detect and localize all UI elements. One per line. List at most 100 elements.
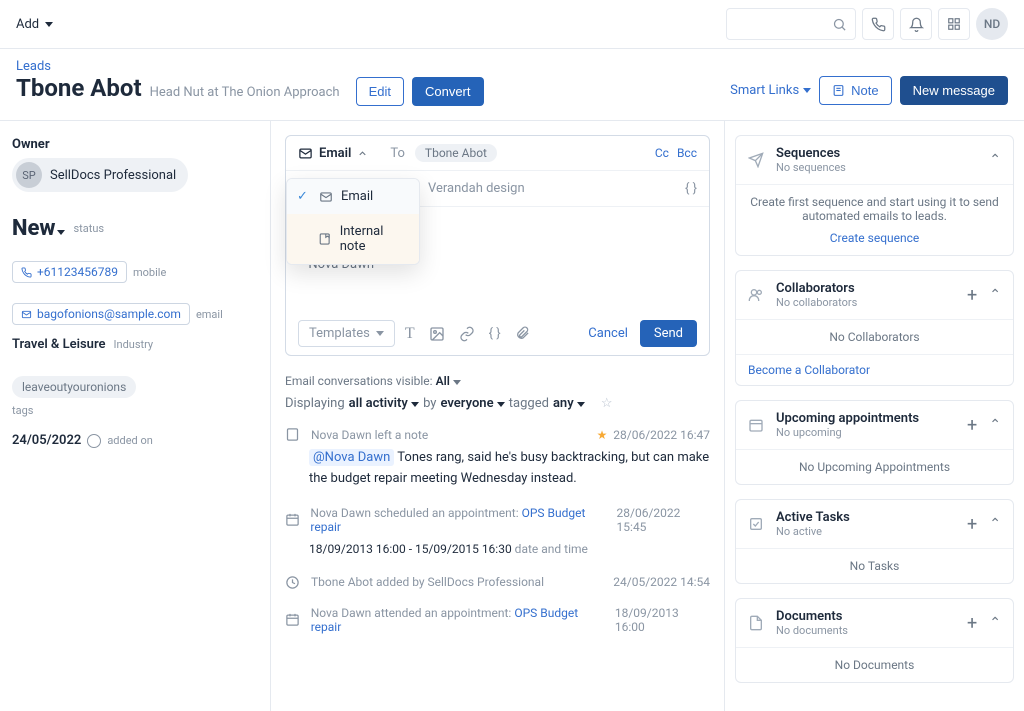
to-label: To (390, 146, 405, 161)
tag-pill[interactable]: leaveoutyouronions (12, 376, 136, 398)
bcc-button[interactable]: Bcc (677, 146, 697, 160)
compose-type-dropdown[interactable]: Email (298, 146, 368, 161)
by-filter[interactable]: everyone (440, 396, 504, 411)
mail-icon (319, 190, 333, 204)
notifications-button[interactable] (900, 8, 932, 40)
chevron-down-icon (453, 380, 461, 385)
star-filter-icon[interactable]: ☆ (601, 396, 613, 411)
industry-value: Travel & Leisure (12, 337, 106, 352)
collapse-icon[interactable]: ⌃ (989, 516, 1001, 532)
conversations-filter[interactable]: Email conversations visible: All (285, 374, 710, 388)
menu-item-email[interactable]: ✓ Email (287, 179, 419, 214)
email-label: email (196, 308, 223, 321)
search-input[interactable] (726, 8, 856, 40)
calendar-icon (748, 417, 766, 433)
send-icon (748, 152, 766, 168)
braces-icon[interactable]: { } (685, 181, 697, 196)
chevron-down-icon (497, 402, 505, 407)
note-icon (832, 84, 845, 97)
card-sequences: Sequences No sequences ⌃ Create first se… (735, 135, 1014, 256)
add-button[interactable]: + (967, 613, 977, 634)
lead-header: Leads Tbone Abot Head Nut at The Onion A… (0, 49, 1024, 121)
email-chip[interactable]: bagofonions@sample.com (12, 303, 190, 325)
chevron-down-icon (803, 88, 811, 93)
add-label: Add (16, 17, 39, 32)
chevron-up-icon (357, 148, 368, 159)
note-icon (318, 232, 331, 246)
card-tasks: Active Tasks No active +⌃ No Tasks (735, 499, 1014, 584)
add-dropdown[interactable]: Add (16, 17, 53, 32)
added-label: added on (107, 434, 153, 447)
collapse-icon[interactable]: ⌃ (989, 615, 1001, 631)
middle-panel: Email To Tbone Abot Cc Bcc ✓ Email (270, 121, 724, 711)
user-avatar[interactable]: ND (976, 8, 1008, 40)
status-dropdown[interactable]: New (12, 216, 65, 241)
send-button[interactable]: Send (640, 320, 697, 347)
owner-name: SellDocs Professional (50, 168, 176, 183)
phone-button[interactable] (862, 8, 894, 40)
owner-label: Owner (12, 137, 258, 152)
cc-button[interactable]: Cc (655, 146, 669, 160)
activity-filter[interactable]: all activity (349, 396, 419, 411)
activity-item: Nova Dawn scheduled an appointment: OPS … (285, 506, 710, 559)
card-appointments: Upcoming appointments No upcoming +⌃ No … (735, 400, 1014, 485)
tags-label: tags (12, 404, 258, 417)
topbar: Add ND (0, 0, 1024, 49)
phone-icon (871, 17, 886, 32)
recipient-pill[interactable]: Tbone Abot (415, 144, 497, 162)
edit-button[interactable]: Edit (356, 77, 404, 106)
link-icon[interactable] (459, 326, 475, 342)
apps-button[interactable] (938, 8, 970, 40)
collapse-icon[interactable]: ⌃ (989, 417, 1001, 433)
image-icon[interactable] (429, 326, 445, 342)
smart-links-dropdown[interactable]: Smart Links (730, 83, 811, 98)
phone-chip[interactable]: +61123456789 (12, 261, 127, 283)
templates-button[interactable]: Templates (298, 320, 395, 347)
new-message-button[interactable]: New message (900, 76, 1008, 105)
cancel-button[interactable]: Cancel (588, 326, 628, 341)
industry-label: Industry (114, 338, 154, 351)
users-icon (748, 287, 766, 303)
lead-name: Tbone Abot (16, 74, 142, 102)
status-label: status (73, 222, 104, 235)
card-collaborators: Collaborators No collaborators +⌃ No Col… (735, 270, 1014, 386)
tag-filter[interactable]: any (553, 396, 585, 411)
add-button[interactable]: + (967, 514, 977, 535)
add-button[interactable]: + (967, 415, 977, 436)
compose-box: Email To Tbone Abot Cc Bcc ✓ Email (285, 135, 710, 356)
activity-item: Nova Dawn attended an appointment: OPS B… (285, 606, 710, 634)
owner-pill[interactable]: SP SellDocs Professional (12, 158, 188, 192)
menu-item-internal-note[interactable]: Internal note (287, 214, 419, 264)
convert-button[interactable]: Convert (412, 77, 484, 106)
collapse-icon[interactable]: ⌃ (989, 287, 1001, 303)
text-format-icon[interactable]: T (405, 325, 415, 343)
add-button[interactable]: + (967, 285, 977, 306)
calendar-icon (285, 612, 303, 627)
clock-icon (285, 575, 303, 590)
attachment-icon[interactable] (515, 326, 530, 341)
chevron-down-icon (45, 22, 53, 27)
globe-icon (87, 434, 101, 448)
right-panel: Sequences No sequences ⌃ Create first se… (724, 121, 1024, 711)
task-icon (748, 516, 766, 532)
phone-icon (21, 267, 32, 278)
create-sequence-link[interactable]: Create sequence (830, 231, 920, 245)
become-collaborator-link[interactable]: Become a Collaborator (748, 363, 870, 377)
bell-icon (909, 17, 924, 32)
mention[interactable]: @Nova Dawn (309, 449, 394, 466)
chevron-down-icon (57, 230, 65, 235)
breadcrumb[interactable]: Leads (16, 59, 51, 74)
collapse-icon[interactable]: ⌃ (989, 152, 1001, 168)
braces-icon[interactable]: { } (489, 326, 501, 341)
calendar-icon (285, 512, 302, 527)
chevron-down-icon (376, 331, 384, 336)
added-date: 24/05/2022 (12, 433, 81, 448)
card-documents: Documents No documents +⌃ No Documents (735, 598, 1014, 683)
search-icon (832, 17, 847, 32)
document-icon (748, 615, 766, 631)
note-button[interactable]: Note (819, 76, 891, 105)
lead-subtitle: Head Nut at The Onion Approach (150, 85, 340, 100)
activity-item: Tbone Abot added by SellDocs Professiona… (285, 575, 710, 590)
activity-item: Nova Dawn left a note ★ 28/06/2022 16:47… (285, 427, 710, 490)
star-icon[interactable]: ★ (597, 428, 608, 442)
